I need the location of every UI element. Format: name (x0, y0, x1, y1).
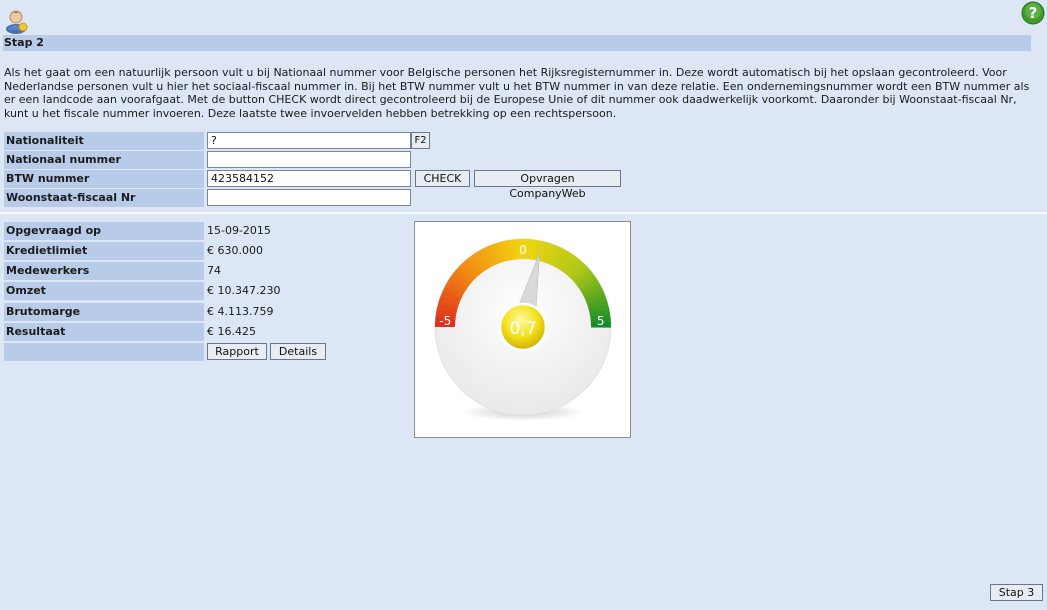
help-icon[interactable]: ? (1021, 1, 1045, 25)
woonstaat-input[interactable] (207, 189, 411, 206)
gauge-min-label: -5 (439, 314, 451, 328)
info-label: Medewerkers (4, 262, 204, 280)
info-label: Kredietlimiet (4, 242, 204, 260)
btw-nummer-input[interactable] (207, 170, 411, 187)
stap-3-button[interactable]: Stap 3 (990, 584, 1043, 601)
gauge-mid-label: 0 (519, 243, 527, 257)
nationaliteit-label: Nationaliteit (4, 132, 204, 150)
info-value: € 16.425 (207, 325, 256, 338)
info-label: Resultaat (4, 323, 204, 341)
svg-text:?: ? (1029, 4, 1038, 22)
info-value: 15-09-2015 (207, 224, 271, 237)
rating-gauge: -5 0 5 0,7 (414, 221, 631, 438)
opvragen-companyweb-button[interactable]: Opvragen CompanyWeb (474, 170, 621, 200)
nationaal-nummer-label: Nationaal nummer (4, 151, 204, 169)
divider (0, 212, 1047, 214)
check-button[interactable]: CHECK (415, 170, 470, 187)
info-value: € 4.113.759 (207, 305, 274, 318)
intro-text: Als het gaat om een natuurlijk persoon v… (4, 66, 1030, 120)
nationaliteit-lookup-button[interactable]: F2 (411, 132, 430, 149)
btw-nummer-label: BTW nummer (4, 170, 204, 188)
rapport-button[interactable]: Rapport (207, 343, 267, 360)
details-button[interactable]: Details (270, 343, 326, 360)
nationaliteit-input[interactable] (207, 132, 411, 149)
info-value: € 630.000 (207, 244, 263, 257)
info-value: € 10.347.230 (207, 284, 281, 297)
info-label: Brutomarge (4, 303, 204, 321)
info-value: 74 (207, 264, 221, 277)
step-title-bar: Stap 2 (3, 35, 1031, 51)
gauge-svg: -5 0 5 0,7 (434, 238, 612, 421)
actions-label-cell (4, 343, 204, 361)
woonstaat-label: Woonstaat-fiscaal Nr (4, 189, 204, 207)
step-title: Stap 2 (4, 36, 44, 49)
info-label: Opgevraagd op (4, 222, 204, 240)
user-icon (5, 8, 29, 34)
nationaal-nummer-input[interactable] (207, 151, 411, 168)
gauge-max-label: 5 (597, 314, 605, 328)
gauge-value-label: 0,7 (509, 319, 536, 339)
info-label: Omzet (4, 282, 204, 300)
